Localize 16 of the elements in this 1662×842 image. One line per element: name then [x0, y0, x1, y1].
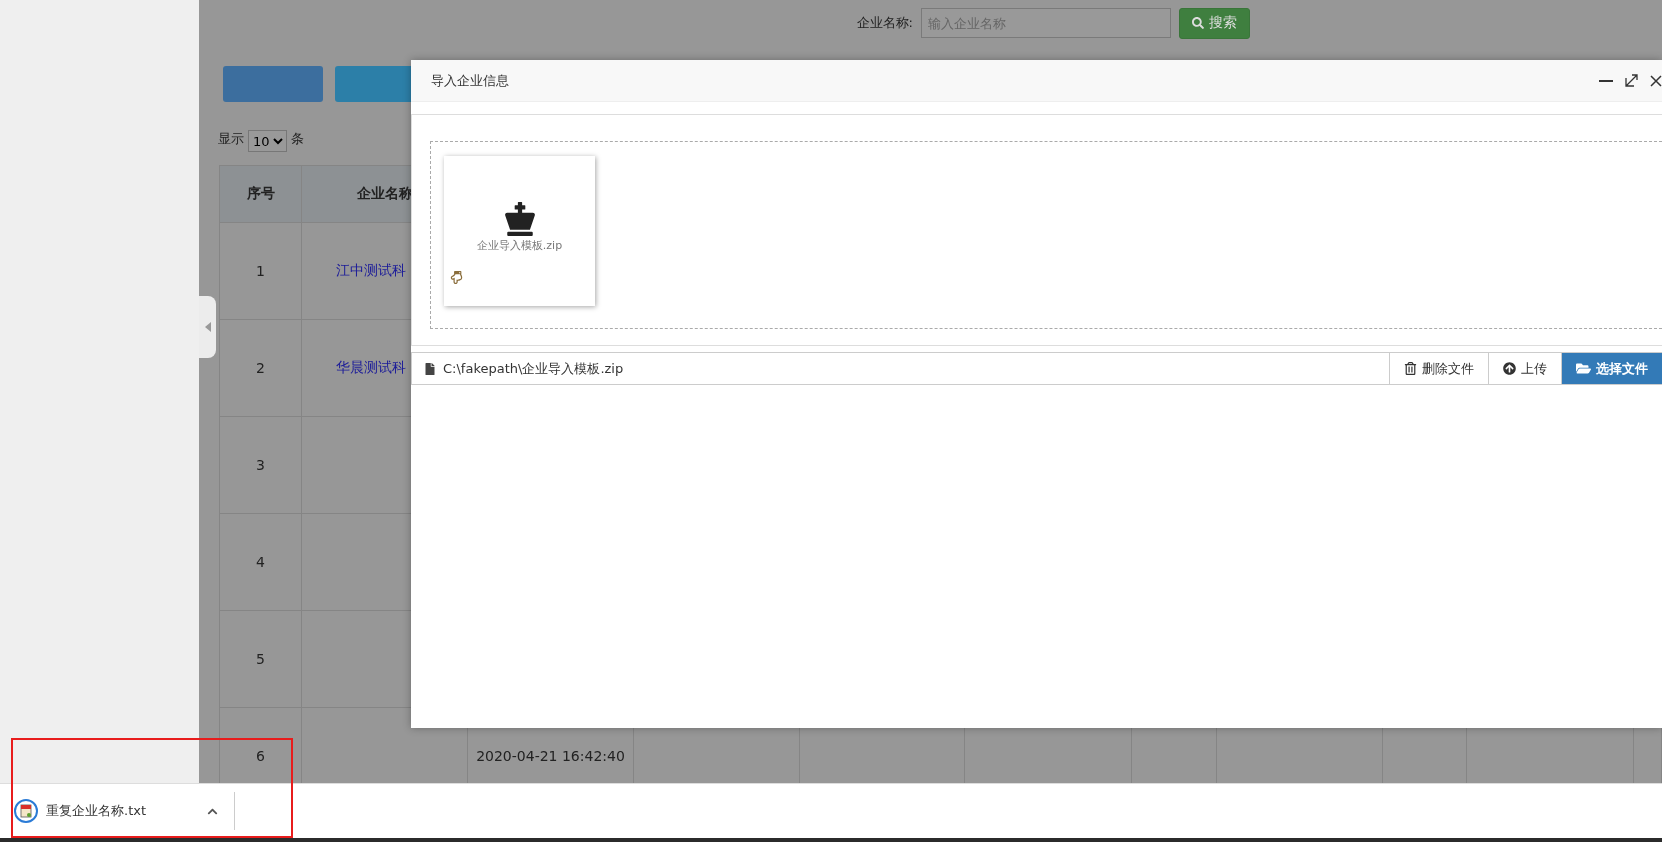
download-item[interactable]: 重复企业名称.txt	[14, 792, 235, 830]
page-size-select[interactable]: 10	[248, 130, 287, 152]
page-size-unit: 条	[291, 130, 304, 148]
table-cell: 2	[220, 320, 302, 417]
search-button[interactable]: 搜索	[1179, 7, 1250, 39]
company-link[interactable]: 华晨测试科	[336, 359, 406, 377]
company-link[interactable]: 江中测试科	[336, 262, 406, 280]
table-cell: 1	[220, 223, 302, 320]
search-label: 企业名称:	[856, 14, 913, 32]
file-name: 企业导入模板.zip	[476, 238, 563, 253]
page-size-label: 显示	[218, 130, 244, 148]
dialog-title: 导入企业信息	[431, 71, 510, 90]
table-cell: 4	[220, 514, 302, 611]
table-cell: 3	[220, 417, 302, 514]
column-header: 序号	[220, 166, 302, 223]
table-cell: 5	[220, 611, 302, 708]
